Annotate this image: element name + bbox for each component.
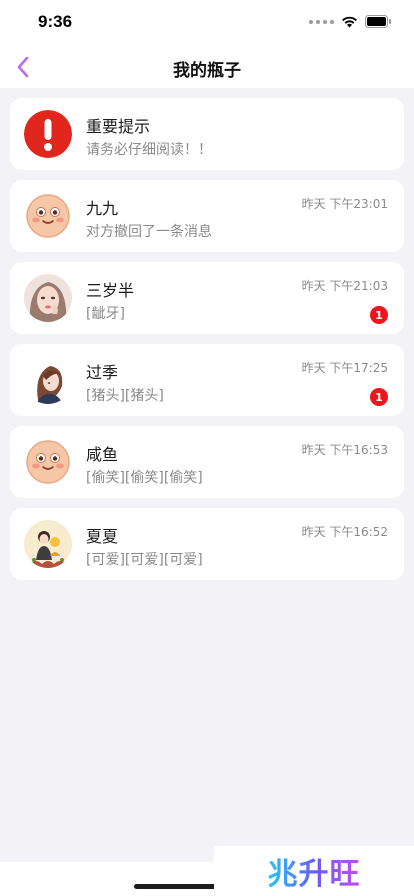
message-preview: [可爱][可爱][可爱]	[86, 552, 203, 568]
status-icons	[309, 15, 392, 28]
notice-card[interactable]: 重要提示 请务必仔细阅读！！	[10, 98, 404, 170]
battery-icon	[365, 15, 391, 28]
conversation-item[interactable]: 三岁半 [龇牙] 昨天 下午21:03 1	[10, 262, 404, 334]
notice-subtitle: 请务必仔细阅读！！	[86, 142, 212, 158]
exclamation-circle-icon	[24, 110, 72, 158]
notice-title: 重要提示	[86, 117, 151, 136]
illustration-avatar	[24, 520, 72, 568]
unread-badge: 1	[370, 306, 388, 324]
message-preview: [猪头][猪头]	[86, 388, 164, 404]
watermark-logo: 兆升旺	[214, 846, 414, 896]
watermark-text: 兆升旺	[268, 849, 361, 893]
contact-name: 咸鱼	[86, 445, 119, 464]
contact-name: 夏夏	[86, 527, 119, 546]
message-time: 昨天 下午16:52	[301, 525, 388, 539]
girl-photo-avatar	[24, 274, 72, 322]
message-time: 昨天 下午23:01	[301, 197, 388, 211]
nav-bar: 我的瓶子	[0, 46, 414, 88]
message-preview: [龇牙]	[86, 306, 125, 322]
conversation-item[interactable]: 咸鱼 [偷笑][偷笑][偷笑] 昨天 下午16:53	[10, 426, 404, 498]
smiley-face-avatar	[26, 440, 70, 484]
conversation-item[interactable]: 九九 对方撤回了一条消息 昨天 下午23:01	[10, 180, 404, 252]
message-time: 昨天 下午17:25	[301, 361, 388, 375]
contact-name: 过季	[86, 363, 119, 382]
message-preview: 对方撤回了一条消息	[86, 224, 212, 240]
wifi-icon	[342, 16, 357, 28]
contact-name: 三岁半	[86, 281, 135, 300]
message-preview: [偷笑][偷笑][偷笑]	[86, 470, 203, 486]
conversation-item[interactable]: 夏夏 [可爱][可爱][可爱] 昨天 下午16:52	[10, 508, 404, 580]
status-time: 9:36	[38, 12, 73, 31]
status-bar: 9:36	[0, 0, 414, 46]
unread-badge: 1	[370, 388, 388, 406]
anime-girl-avatar	[24, 356, 72, 404]
smiley-face-avatar	[26, 194, 70, 238]
conversation-item[interactable]: 过季 [猪头][猪头] 昨天 下午17:25 1	[10, 344, 404, 416]
message-time: 昨天 下午16:53	[301, 443, 388, 457]
bottle-list: 重要提示 请务必仔细阅读！！ 九九 对方撤回了一条消息 昨天 下午23:01 三…	[10, 98, 404, 590]
page-title: 我的瓶子	[173, 61, 241, 81]
contact-name: 九九	[86, 199, 119, 218]
cellular-signal-icon	[309, 19, 334, 24]
message-time: 昨天 下午21:03	[301, 279, 388, 293]
